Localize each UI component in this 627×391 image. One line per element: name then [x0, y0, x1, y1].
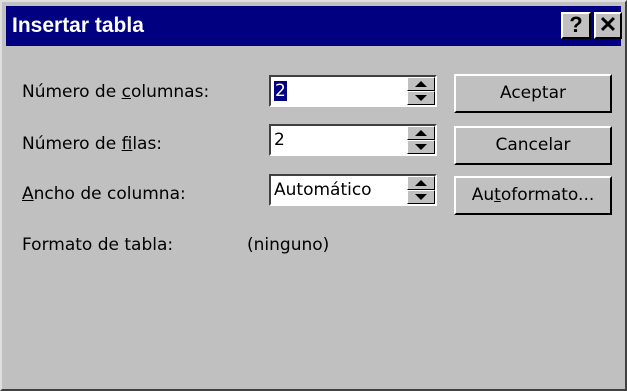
columns-input[interactable]: 2: [274, 81, 287, 101]
width-label: Ancho de columna:: [22, 184, 186, 204]
insert-table-dialog: Insertar tabla ? ✕ Número de columnas: 2…: [0, 0, 627, 391]
width-up-button[interactable]: [407, 176, 435, 190]
width-spinner[interactable]: Automático: [269, 174, 437, 206]
format-value: (ninguno): [247, 235, 330, 255]
arrow-down-icon: [415, 95, 427, 101]
rows-input[interactable]: 2: [274, 130, 285, 150]
autoformat-button[interactable]: Autoformato...: [454, 176, 612, 215]
columns-up-button[interactable]: [407, 77, 435, 91]
help-button[interactable]: ?: [561, 12, 591, 39]
ok-button[interactable]: Aceptar: [454, 74, 612, 113]
columns-spinner[interactable]: 2: [269, 75, 437, 107]
arrow-up-icon: [415, 180, 427, 186]
width-down-button[interactable]: [407, 190, 435, 204]
columns-down-button[interactable]: [407, 91, 435, 105]
close-button[interactable]: ✕: [594, 12, 622, 39]
arrow-down-icon: [415, 144, 427, 150]
arrow-down-icon: [415, 194, 427, 200]
close-icon: ✕: [598, 12, 618, 37]
cancel-button[interactable]: Cancelar: [454, 126, 612, 165]
arrow-up-icon: [415, 81, 427, 87]
format-label: Formato de tabla:: [22, 235, 174, 255]
rows-label: Número de filas:: [22, 134, 163, 154]
rows-down-button[interactable]: [407, 140, 435, 154]
arrow-up-icon: [415, 130, 427, 136]
question-icon: ?: [569, 12, 583, 37]
title-bar[interactable]: Insertar tabla ? ✕: [6, 6, 622, 46]
rows-up-button[interactable]: [407, 126, 435, 140]
columns-label: Número de columnas:: [22, 82, 210, 102]
width-input[interactable]: Automático: [274, 180, 372, 200]
rows-spinner[interactable]: 2: [269, 124, 437, 156]
window-title: Insertar tabla: [12, 14, 144, 37]
